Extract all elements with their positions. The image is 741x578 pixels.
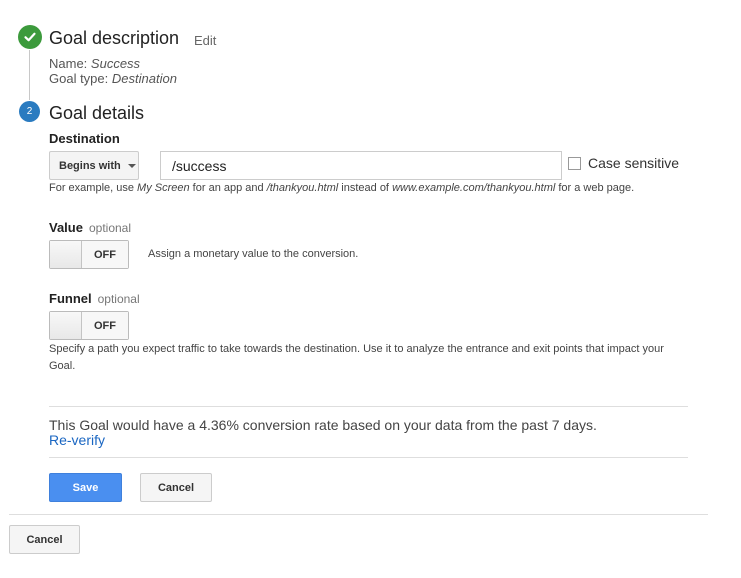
conversion-rate-text: This Goal would have a 4.36% conversion … (49, 417, 597, 433)
funnel-label: Funnel optional (49, 291, 140, 306)
funnel-label-text: Funnel (49, 291, 92, 306)
goal-description-title: Goal description (49, 28, 180, 48)
save-button[interactable]: Save (49, 473, 122, 502)
caret-down-icon (127, 163, 136, 168)
hint-text: instead of (338, 182, 393, 194)
goal-type-label: Goal type: (49, 71, 109, 86)
funnel-toggle[interactable]: OFF (49, 311, 129, 340)
value-toggle-state: OFF (82, 241, 128, 268)
value-toggle[interactable]: OFF (49, 240, 129, 269)
goal-name-label: Name: (49, 56, 88, 71)
outer-cancel-button[interactable]: Cancel (9, 525, 80, 554)
divider (49, 406, 688, 407)
case-sensitive-checkbox[interactable] (568, 157, 581, 170)
case-sensitive-label: Case sensitive (588, 155, 680, 171)
destination-hint: For example, use My Screen for an app an… (49, 182, 634, 194)
destination-input[interactable] (160, 151, 562, 180)
cancel-button[interactable]: Cancel (140, 473, 212, 502)
divider (9, 514, 708, 515)
hint-example-page: /thankyou.html (266, 182, 339, 194)
step-connector-line (29, 50, 30, 100)
toggle-knob (50, 241, 82, 268)
step-number-badge: 2 (19, 101, 40, 122)
value-label: Value optional (49, 220, 131, 235)
toggle-knob (50, 312, 82, 339)
goal-type-value: Destination (111, 71, 177, 86)
goal-type-line: Goal type: Destination (49, 71, 177, 86)
match-type-selected: Begins with (59, 159, 121, 172)
value-description: Assign a monetary value to the conversio… (148, 248, 359, 260)
hint-example-app: My Screen (137, 182, 190, 194)
match-type-dropdown[interactable]: Begins with (49, 151, 139, 180)
value-optional-tag: optional (88, 221, 132, 235)
checkmark-icon (24, 32, 36, 42)
destination-label: Destination (49, 131, 120, 146)
hint-text: for a web page. (555, 182, 635, 194)
hint-example-url: www.example.com/thankyou.html (392, 182, 556, 194)
divider (49, 457, 688, 458)
goal-details-title: Goal details (49, 103, 145, 123)
reverify-link[interactable]: Re-verify (49, 432, 105, 448)
hint-text: for an app and (189, 182, 267, 194)
edit-goal-description-link[interactable]: Edit (194, 33, 216, 48)
hint-text: For example, use (49, 182, 138, 194)
funnel-toggle-state: OFF (82, 312, 128, 339)
funnel-description-line2: Goal. (49, 360, 76, 372)
step-complete-check-icon (18, 25, 42, 49)
funnel-description-line1: Specify a path you expect traffic to tak… (49, 343, 664, 355)
value-label-text: Value (49, 220, 83, 235)
funnel-optional-tag: optional (97, 292, 140, 306)
goal-name-line: Name: Success (49, 56, 140, 71)
goal-name-value: Success (90, 56, 141, 71)
